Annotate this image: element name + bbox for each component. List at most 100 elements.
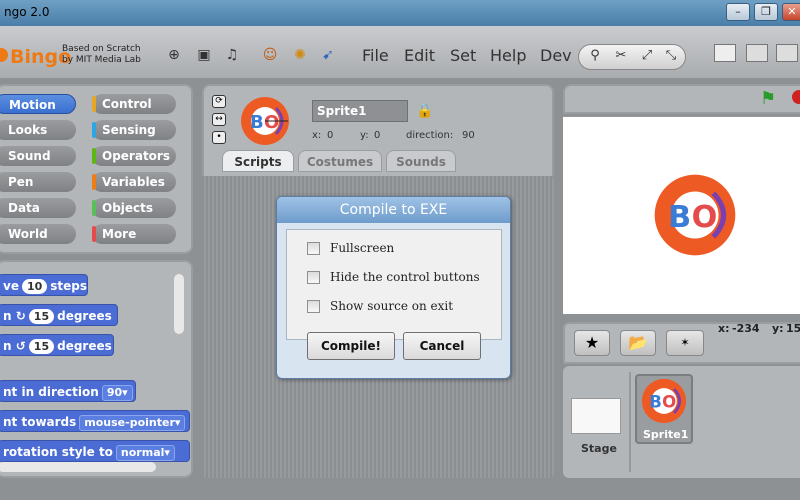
sprite1-thumbnail[interactable]: B O Sprite1 <box>635 374 693 444</box>
degrees-input[interactable]: 15 <box>28 309 55 324</box>
sprite1-label: Sprite1 <box>643 428 689 441</box>
menu-edit[interactable]: Edit <box>404 46 435 65</box>
tab-scripts[interactable]: Scripts <box>222 150 294 172</box>
hide-buttons-checkbox[interactable] <box>307 271 320 284</box>
direction-label: direction: <box>406 130 454 141</box>
sprite-y-value: 0 <box>374 130 381 141</box>
point-towards-block[interactable]: nt towards mouse-pointer▾ <box>0 410 190 432</box>
tab-sounds[interactable]: Sounds <box>386 150 456 172</box>
direction-dropdown[interactable]: 90▾ <box>101 384 133 401</box>
category-more[interactable]: More <box>92 224 176 244</box>
character-icon[interactable]: ☺ <box>260 45 280 65</box>
stop-icon[interactable] <box>792 90 800 104</box>
block-text: degrees <box>57 339 112 353</box>
random-sprite-icon[interactable]: ✶ <box>666 330 704 356</box>
turn-left-block[interactable]: n ↺ 15 degrees <box>0 334 114 356</box>
palette-scrollbar[interactable] <box>174 274 184 334</box>
degrees-input[interactable]: 15 <box>28 339 55 354</box>
compile-button[interactable]: Compile! <box>307 332 395 360</box>
presentation-icon[interactable] <box>776 44 798 62</box>
move-steps-block[interactable]: ve 10 steps <box>0 274 88 296</box>
category-label: World <box>8 227 48 241</box>
category-operators[interactable]: Operators <box>92 146 176 166</box>
scissors-icon[interactable]: ✂ <box>611 48 631 66</box>
mouse-y-label: y: <box>772 322 784 335</box>
svg-text:B: B <box>668 200 691 235</box>
share-icon[interactable]: ♫ <box>222 45 242 65</box>
globe-icon[interactable]: ⊕ <box>164 45 184 65</box>
category-label: Pen <box>8 175 34 189</box>
sprite-y-label: y: <box>360 130 369 141</box>
sprite-thumbnail: B O <box>240 96 290 146</box>
grow-icon[interactable]: ⤢ <box>637 48 657 66</box>
category-looks[interactable]: Looks <box>0 120 76 140</box>
lock-icon[interactable]: 🔒 <box>416 103 433 119</box>
category-sensing[interactable]: Sensing <box>92 120 176 140</box>
menu-file[interactable]: File <box>362 46 389 65</box>
paint-sprite-icon[interactable]: ★ <box>574 330 610 356</box>
cancel-button[interactable]: Cancel <box>403 332 481 360</box>
rotation-style-dropdown[interactable]: normal▾ <box>115 444 175 461</box>
turn-right-block[interactable]: n ↻ 15 degrees <box>0 304 118 326</box>
bingo-logo-icon <box>0 48 8 62</box>
rotate-style-full-icon[interactable]: ⟳ <box>212 95 226 108</box>
rotate-style-none-icon[interactable]: • <box>212 131 226 144</box>
category-objects[interactable]: Objects <box>92 198 176 218</box>
cursor-icon[interactable]: ➹ <box>318 45 338 65</box>
green-flag-icon[interactable]: ⚑ <box>760 88 776 109</box>
stage-thumbnail[interactable] <box>571 398 621 434</box>
block-text: ve <box>3 279 19 293</box>
bingo-stage-sprite-icon[interactable]: B O <box>653 173 737 257</box>
normal-layout-icon[interactable] <box>714 44 736 62</box>
point-direction-block[interactable]: nt in direction 90▾ <box>0 380 136 402</box>
menu-help[interactable]: Help <box>490 46 526 65</box>
category-label: Looks <box>8 123 48 137</box>
bingo-sprite-icon: B O <box>241 97 289 145</box>
rotate-right-icon: ↻ <box>15 309 26 323</box>
show-source-label: Show source on exit <box>330 299 454 313</box>
dialog-options: Fullscreen Hide the control buttons Show… <box>286 229 502 340</box>
svg-text:B: B <box>649 392 662 411</box>
menu-set[interactable]: Set <box>450 46 476 65</box>
category-label: More <box>102 227 137 241</box>
show-source-checkbox[interactable] <box>307 300 320 313</box>
small-stage-icon[interactable] <box>746 44 768 62</box>
title-bar: ngo 2.0 – ❐ ✕ <box>0 0 800 26</box>
maximize-button[interactable]: ❐ <box>754 3 778 21</box>
tab-costumes[interactable]: Costumes <box>298 150 382 172</box>
category-control[interactable]: Control <box>92 94 176 114</box>
open-sprite-icon[interactable]: 📂 <box>620 330 656 356</box>
window-title: ngo 2.0 <box>4 5 50 19</box>
rotation-style-block[interactable]: rotation style to normal▾ <box>0 440 190 462</box>
palette-hscrollbar[interactable] <box>0 462 156 472</box>
stamp-icon[interactable]: ⚲ <box>585 48 605 66</box>
category-world[interactable]: World <box>0 224 76 244</box>
category-pen[interactable]: Pen <box>0 172 76 192</box>
svg-text:O: O <box>692 200 718 235</box>
rotate-style-flip-icon[interactable]: ↔ <box>212 113 226 126</box>
category-data[interactable]: Data <box>0 198 76 218</box>
category-variables[interactable]: Variables <box>92 172 176 192</box>
svg-text:B: B <box>250 112 264 133</box>
stage[interactable]: B O <box>563 116 800 314</box>
category-motion[interactable]: Motion <box>0 94 76 114</box>
panel-divider <box>629 372 631 472</box>
shrink-icon[interactable]: ⤡ <box>661 48 681 66</box>
category-sound[interactable]: Sound <box>0 146 76 166</box>
save-icon[interactable]: ▣ <box>194 45 214 65</box>
sprite-x-value: 0 <box>327 130 334 141</box>
menu-dev[interactable]: Dev <box>540 46 572 65</box>
steps-input[interactable]: 10 <box>21 279 48 294</box>
close-button[interactable]: ✕ <box>782 3 800 21</box>
sprite-name-field[interactable]: Sprite1 <box>312 100 408 122</box>
compass-icon[interactable]: ✺ <box>290 45 310 65</box>
menu-bar: Bingo Based on Scratch by MIT Media Lab … <box>0 26 800 78</box>
minimize-button[interactable]: – <box>726 3 750 21</box>
category-label: Sound <box>8 149 51 163</box>
stage-label: Stage <box>581 442 617 455</box>
category-label: Operators <box>102 149 170 163</box>
fullscreen-checkbox[interactable] <box>307 242 320 255</box>
mouse-x-label: x: <box>718 322 730 335</box>
towards-dropdown[interactable]: mouse-pointer▾ <box>79 414 186 431</box>
blocks-palette: ve 10 steps n ↻ 15 degrees n ↺ 15 degrees nt i… <box>0 260 193 478</box>
